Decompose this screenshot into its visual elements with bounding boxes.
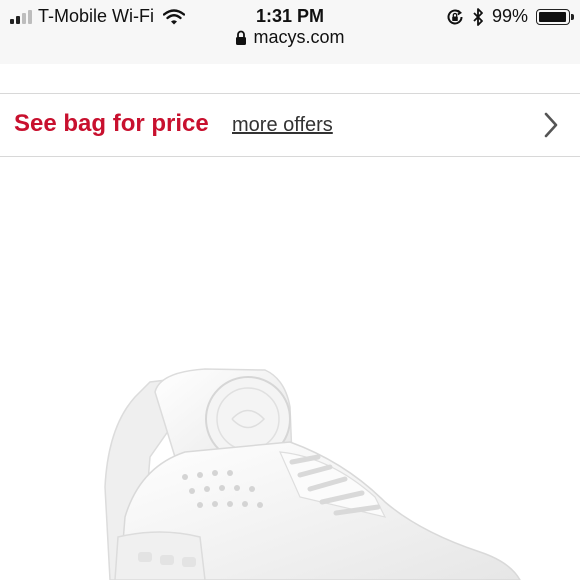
address-bar[interactable]: macys.com xyxy=(0,27,580,48)
price-offers-row[interactable]: See bag for price more offers xyxy=(0,94,580,156)
status-right: 99% xyxy=(446,6,574,27)
more-offers-link[interactable]: more offers xyxy=(232,114,333,137)
status-bar: T-Mobile Wi-Fi 1:31 PM macys.com 99% xyxy=(0,0,580,64)
product-image[interactable] xyxy=(0,157,580,581)
url-text: macys.com xyxy=(253,27,345,47)
battery-icon xyxy=(536,8,574,25)
see-bag-for-price-button[interactable]: See bag for price xyxy=(14,110,209,138)
chevron-right-icon[interactable] xyxy=(542,111,560,139)
bluetooth-icon xyxy=(473,7,483,26)
sneaker-image xyxy=(104,368,522,581)
battery-percent: 99% xyxy=(491,6,528,26)
orientation-lock-icon xyxy=(447,9,463,24)
lock-icon xyxy=(236,30,247,45)
